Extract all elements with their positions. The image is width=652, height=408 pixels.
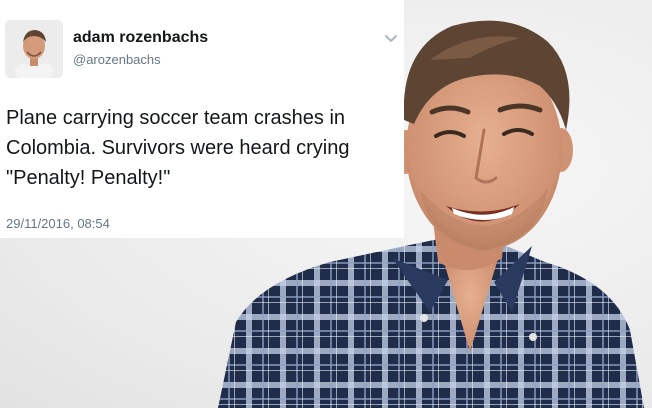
avatar[interactable]	[5, 20, 63, 78]
timestamp[interactable]: 29/11/2016, 08:54	[6, 216, 110, 231]
tweet-text-line: Plane carrying soccer team crashes in	[6, 107, 346, 129]
tweet-text-line: "Penalty! Penalty!"	[6, 167, 171, 189]
tweet-text: Plane carrying soccer team crashes in Co…	[6, 103, 402, 193]
chevron-down-icon[interactable]	[384, 34, 398, 44]
tweet-card: adam rozenbachs @arozenbachs Plane carry…	[0, 0, 404, 238]
username[interactable]: @arozenbachs	[73, 52, 161, 67]
tweet-text-line: Colombia. Survivors were heard crying	[6, 137, 350, 159]
display-name[interactable]: adam rozenbachs	[73, 29, 208, 47]
